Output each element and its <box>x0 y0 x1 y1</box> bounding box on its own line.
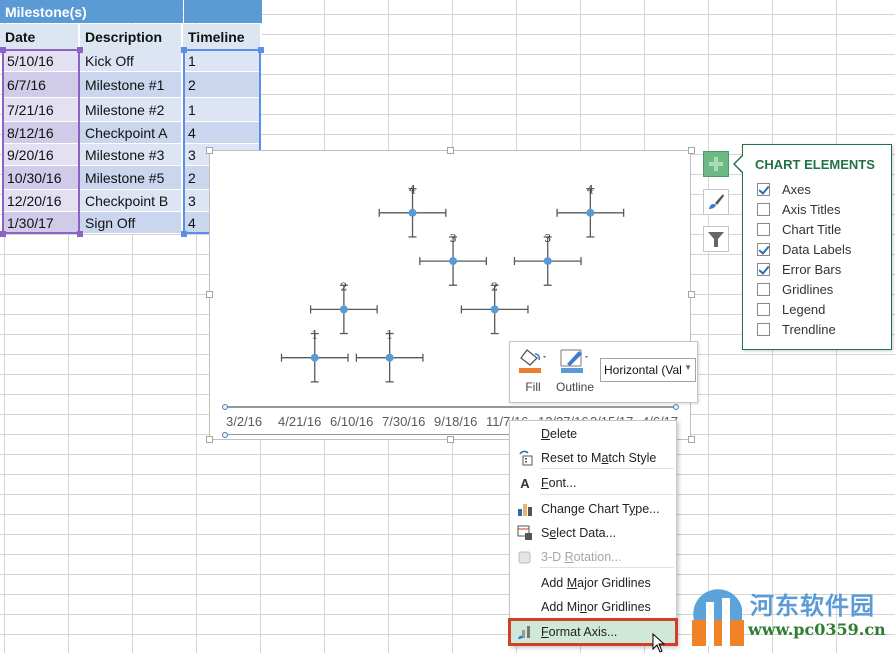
context-menu: Delete Reset to Match Style A Font... Change… <box>508 420 678 646</box>
outline-label: Outline <box>555 380 595 394</box>
axis-handle[interactable] <box>222 432 228 438</box>
context-menu-label: Delete <box>541 427 578 441</box>
watermark-logo-icon <box>692 589 744 646</box>
chart-filters-button[interactable] <box>703 226 729 252</box>
watermark-site-name: 河东软件园 <box>750 591 875 620</box>
data-label[interactable]: 4 <box>409 184 416 197</box>
x-tick-label: 6/10/16 <box>330 414 374 429</box>
context-menu-label: Font... <box>541 476 577 490</box>
chart-element-option[interactable]: Legend <box>757 299 825 319</box>
context-menu-item[interactable]: Change Chart Type... <box>510 497 676 521</box>
fill-button[interactable]: Fill <box>513 346 553 400</box>
chart-element-label: Trendline <box>782 321 836 337</box>
paintbrush-icon <box>709 194 724 209</box>
chart-element-dropdown[interactable]: Horizontal (Val ▼ <box>600 358 696 382</box>
chart-element-label: Error Bars <box>782 261 842 277</box>
context-menu-item[interactable]: A Font... <box>510 471 676 495</box>
paint-bucket-icon <box>519 349 546 373</box>
chart-elements-panel: CHART ELEMENTS Axes Axis Titles Chart Titl… <box>742 144 892 350</box>
context-menu-label: Reset to Match Style <box>541 451 657 465</box>
data-label[interactable]: 3 <box>544 232 551 245</box>
chart-element-label: Legend <box>782 301 826 317</box>
chart-elements-title: CHART ELEMENTS <box>755 157 875 172</box>
context-menu-item[interactable]: Delete <box>510 422 676 446</box>
data-label[interactable]: 2 <box>491 280 498 293</box>
context-menu-label: Add Minor Gridlines <box>541 600 651 614</box>
pencil-outline-icon <box>560 349 588 373</box>
checkbox[interactable] <box>757 262 770 276</box>
context-menu-item: 3-D Rotation... <box>510 545 676 569</box>
data-point[interactable] <box>490 305 499 314</box>
data-label[interactable]: 1 <box>311 329 318 342</box>
chart-element-option[interactable]: Axis Titles <box>757 199 841 219</box>
context-menu-label: Change Chart Type... <box>541 502 660 516</box>
x-tick-label: 7/30/16 <box>382 414 426 429</box>
chart-element-option[interactable]: Gridlines <box>757 279 833 299</box>
mouse-cursor-icon <box>652 633 666 653</box>
context-menu-label: Select Data... <box>541 526 617 540</box>
watermark-url: www.pc0359.cn <box>748 620 886 639</box>
chart-element-label: Axes <box>782 181 811 197</box>
outline-button[interactable]: Outline <box>555 346 595 400</box>
checkbox[interactable] <box>757 202 770 216</box>
context-menu-item[interactable]: Add Minor Gridlines <box>510 595 676 619</box>
context-menu-item[interactable]: Add Major Gridlines <box>510 571 676 595</box>
context-menu-label: Add Major Gridlines <box>541 576 651 590</box>
data-point[interactable] <box>408 208 417 217</box>
chart-element-option[interactable]: Data Labels <box>757 239 851 259</box>
x-tick-label: 4/21/16 <box>278 414 322 429</box>
context-menu-label: Format Axis... <box>541 625 618 639</box>
data-point[interactable] <box>543 257 552 266</box>
chart-element-option[interactable]: Chart Title <box>757 219 841 239</box>
chart-elements-button[interactable] <box>703 151 729 177</box>
checkbox[interactable] <box>757 302 770 316</box>
context-menu-item[interactable]: Select Data... <box>510 521 676 545</box>
chart-type-icon <box>510 501 540 517</box>
chart-element-label: Gridlines <box>782 281 834 297</box>
data-point[interactable] <box>586 208 595 217</box>
x-tick-label: 3/2/16 <box>226 414 263 429</box>
font-icon: A <box>520 475 530 491</box>
chart-element-label: Chart Title <box>782 221 842 237</box>
rotation-3d-icon <box>510 549 540 565</box>
checkbox[interactable] <box>757 282 770 296</box>
chart-element-option[interactable]: Error Bars <box>757 259 841 279</box>
chart-element-option[interactable]: Axes <box>757 179 811 199</box>
plus-icon <box>709 157 723 171</box>
chart-element-selected: Horizontal (Val <box>604 363 682 377</box>
data-label[interactable]: 3 <box>450 232 457 245</box>
format-mini-toolbar: Fill Outline Horizontal (Val ▼ <box>509 341 698 403</box>
data-point[interactable] <box>449 257 458 266</box>
checkbox[interactable] <box>757 242 770 256</box>
data-point[interactable] <box>339 305 348 314</box>
data-point[interactable] <box>385 353 394 362</box>
axis-handle[interactable] <box>222 404 228 410</box>
x-tick-label: 9/18/16 <box>434 414 478 429</box>
checkbox[interactable] <box>757 322 770 336</box>
watermark: 河东软件园 www.pc0359.cn <box>688 580 895 650</box>
flyout-pointer-inner <box>735 155 744 173</box>
chart-styles-button[interactable] <box>703 189 729 215</box>
chart-element-label: Data Labels <box>782 241 852 257</box>
data-point[interactable] <box>310 353 319 362</box>
chevron-down-icon: ▼ <box>684 363 692 372</box>
checkbox[interactable] <box>757 182 770 196</box>
data-label[interactable]: 1 <box>386 329 393 342</box>
select-data-icon <box>510 525 540 541</box>
chart-element-label: Axis Titles <box>782 201 841 217</box>
checkbox[interactable] <box>757 222 770 236</box>
axis-handle[interactable] <box>673 404 679 410</box>
fill-label: Fill <box>525 380 541 394</box>
data-label[interactable]: 2 <box>340 280 347 293</box>
format-axis-icon <box>510 624 540 640</box>
data-label[interactable]: 4 <box>587 184 594 197</box>
context-menu-item[interactable]: Reset to Match Style <box>510 446 676 470</box>
context-menu-label: 3-D Rotation... <box>541 550 622 564</box>
chart-element-option[interactable]: Trendline <box>757 319 836 339</box>
reset-style-icon <box>510 450 540 466</box>
funnel-icon <box>708 232 724 247</box>
